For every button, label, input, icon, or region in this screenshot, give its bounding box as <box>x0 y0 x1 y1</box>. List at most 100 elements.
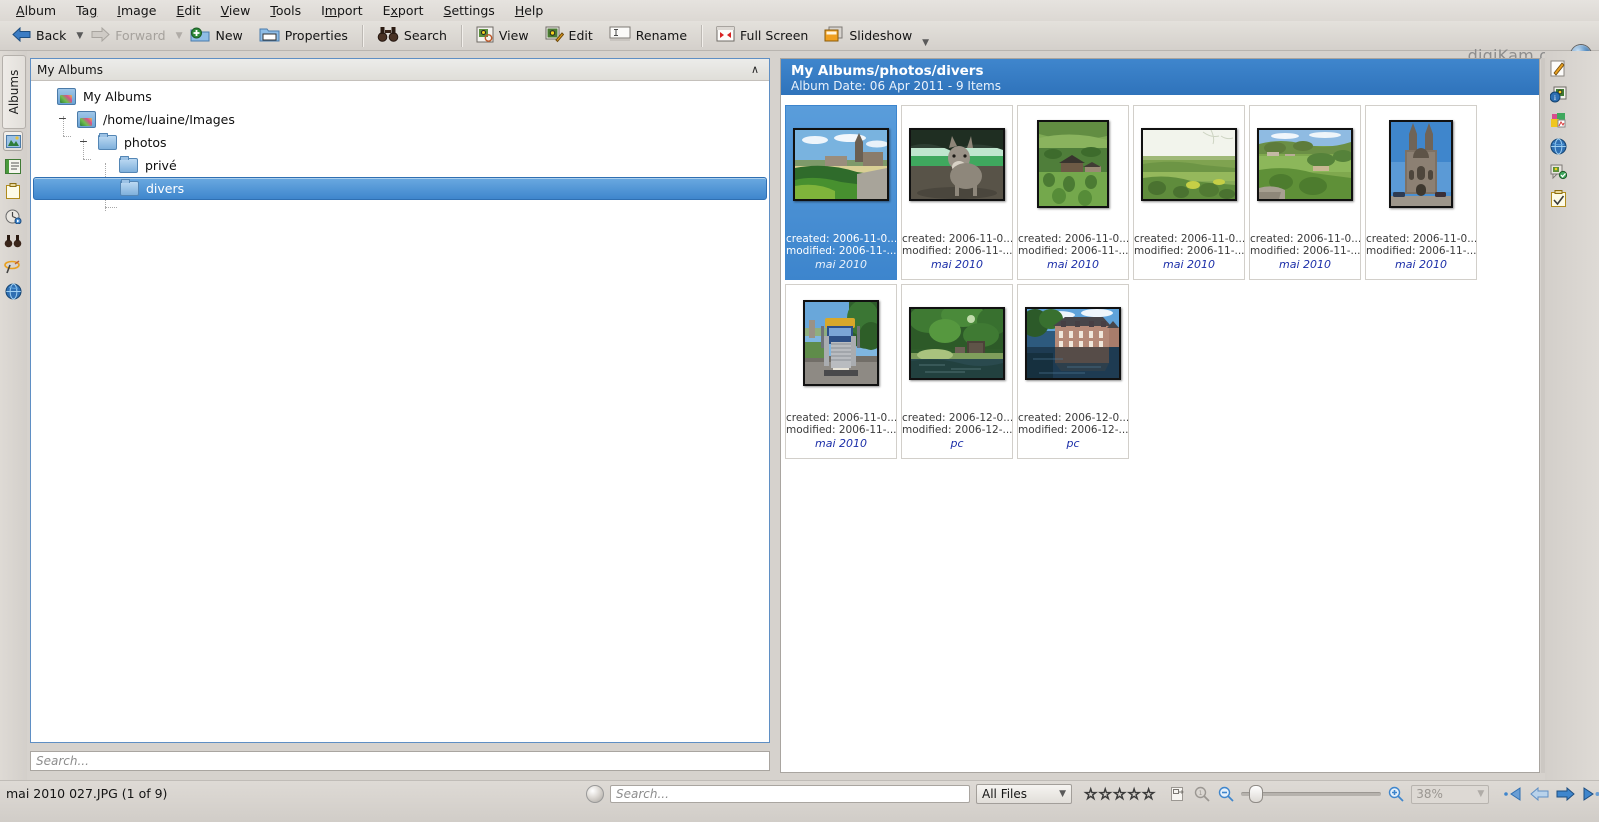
file-type-filter-select[interactable]: All Files ▼ <box>976 784 1072 804</box>
forward-button[interactable]: Forward <box>83 23 173 49</box>
menu-import[interactable]: Import <box>311 1 373 20</box>
menu-image[interactable]: Image <box>107 1 166 20</box>
timeline-icon[interactable] <box>3 206 23 226</box>
menu-view[interactable]: View <box>211 1 261 20</box>
thumbnail-image <box>1257 127 1353 201</box>
thumbnail-meta: created: 2006-11-0... modified: 2006-11-… <box>1134 233 1244 279</box>
tree-row-my-albums[interactable]: My Albums <box>31 85 769 108</box>
thumbnail-created: created: 2006-11-0... <box>786 233 896 245</box>
star-icon[interactable]: ☆ <box>1098 786 1112 802</box>
filter-status-orb-icon[interactable] <box>586 785 604 803</box>
thumbnail-item[interactable]: created: 2006-11-0... modified: 2006-11-… <box>1365 105 1477 280</box>
edit-label: Edit <box>568 28 593 43</box>
star-icon[interactable]: ☆ <box>1127 786 1141 802</box>
properties-info-icon[interactable]: i <box>1548 84 1568 104</box>
thumbnail-album: mai 2010 <box>814 258 867 271</box>
back-button[interactable]: Back <box>4 23 74 49</box>
slideshow-dropdown-icon[interactable]: ▼ <box>922 38 929 48</box>
album-banner-subtitle: Album Date: 06 Apr 2011 - 9 Items <box>791 79 1001 93</box>
menu-settings[interactable]: Settings <box>434 1 505 20</box>
map-search-globe-icon[interactable] <box>3 281 23 301</box>
tree-expander-collapse-icon[interactable]: − <box>57 113 68 125</box>
new-album-button[interactable]: New <box>182 23 250 49</box>
colors-histogram-icon[interactable] <box>1548 110 1568 130</box>
collapse-chevron-up-icon[interactable]: ∧ <box>747 63 763 76</box>
last-image-icon[interactable] <box>1581 785 1599 803</box>
forward-dropdown-icon[interactable]: ▼ <box>176 31 183 41</box>
zoom-in-icon[interactable] <box>1387 785 1405 803</box>
rating-filter-stars[interactable]: ☆ ☆ ☆ ☆ ☆ <box>1083 786 1155 802</box>
thumbnail-size-slider[interactable] <box>1241 785 1382 803</box>
menu-help[interactable]: Help <box>505 1 554 20</box>
slideshow-button[interactable]: Slideshow <box>816 23 920 49</box>
svg-text:i: i <box>1554 94 1556 102</box>
tree-row-home-images[interactable]: − /home/luaine/Images <box>31 108 769 131</box>
thumbnail-image <box>1389 120 1453 208</box>
fit-to-window-icon[interactable] <box>1169 785 1187 803</box>
thumbnail-meta: created: 2006-11-0... modified: 2006-11-… <box>1018 233 1128 279</box>
menu-album[interactable]: Album <box>6 1 66 20</box>
star-icon[interactable]: ☆ <box>1083 786 1097 802</box>
thumbnail-meta: created: 2006-11-0... modified: 2006-11-… <box>1250 233 1360 279</box>
fuzzy-search-icon[interactable] <box>3 256 23 276</box>
back-arrow-icon <box>12 26 31 45</box>
menu-edit[interactable]: Edit <box>166 1 210 20</box>
search-button[interactable]: Search <box>369 23 455 49</box>
fullscreen-button[interactable]: Full Screen <box>708 23 816 49</box>
tree-expander-collapse-icon[interactable]: − <box>78 136 89 148</box>
next-image-icon[interactable] <box>1555 785 1575 803</box>
rename-button[interactable]: Rename <box>601 23 695 49</box>
thumbnail-meta: created: 2006-12-0... modified: 2006-12-… <box>1018 412 1128 458</box>
properties-button[interactable]: Properties <box>251 23 356 49</box>
slider-handle[interactable] <box>1249 785 1264 803</box>
previous-image-icon[interactable] <box>1529 785 1549 803</box>
tree-row-label: My Albums <box>83 89 152 104</box>
labels-clipboard-icon[interactable] <box>3 181 23 201</box>
thumbnail-created: created: 2006-11-0... <box>1250 233 1360 245</box>
thumbnail-item[interactable]: created: 2006-11-0... modified: 2006-11-… <box>1133 105 1245 280</box>
back-dropdown-icon[interactable]: ▼ <box>76 31 83 41</box>
thumbnail-item[interactable]: created: 2006-11-0... modified: 2006-11-… <box>1249 105 1361 280</box>
geolocation-globe-icon[interactable] <box>1548 136 1568 156</box>
star-icon[interactable]: ☆ <box>1112 786 1126 802</box>
comments-tags-icon[interactable] <box>1548 162 1568 182</box>
thumbnail-item[interactable]: created: 2006-12-0... modified: 2006-12-… <box>1017 284 1129 459</box>
zoom-100-icon[interactable]: 1 <box>1193 785 1211 803</box>
star-icon[interactable]: ☆ <box>1141 786 1155 802</box>
album-tree-body: My Albums − /home/luaine/Images − photos… <box>31 81 769 741</box>
status-search-input[interactable]: Search... <box>610 785 970 803</box>
menu-tag[interactable]: Tag <box>66 1 107 20</box>
albums-icon[interactable] <box>3 131 23 151</box>
view-image-button[interactable]: View <box>468 23 537 49</box>
thumbnail-item[interactable]: created: 2006-12-0... modified: 2006-12-… <box>901 284 1013 459</box>
tree-row-photos[interactable]: − photos <box>31 131 769 154</box>
tree-row-divers[interactable]: divers <box>33 177 767 200</box>
thumbnail-grid: created: 2006-11-0... modified: 2006-11-… <box>781 95 1539 459</box>
tree-row-prive[interactable]: privé <box>31 154 769 177</box>
thumbnail-item[interactable]: created: 2006-11-0... modified: 2006-11-… <box>901 105 1013 280</box>
menu-export[interactable]: Export <box>373 1 434 20</box>
filters-checklist-icon[interactable] <box>1548 188 1568 208</box>
zoom-percent-combo[interactable]: 38% ▼ <box>1411 784 1490 804</box>
zoom-out-icon[interactable] <box>1217 785 1235 803</box>
thumbnail-modified: modified: 2006-12-... <box>902 424 1012 436</box>
menu-tools[interactable]: Tools <box>260 1 311 20</box>
album-root-icon <box>77 111 96 128</box>
searches-binoculars-icon[interactable] <box>3 231 23 251</box>
thumbnail-created: created: 2006-11-0... <box>1366 233 1476 245</box>
album-tree-search-input[interactable]: Search... <box>30 751 770 771</box>
edit-image-button[interactable]: Edit <box>537 23 601 49</box>
thumbnail-item[interactable]: created: 2006-11-0... modified: 2006-11-… <box>785 284 897 459</box>
image-view-icon <box>476 26 494 46</box>
sidebar-tab-albums[interactable]: Albums <box>2 55 26 129</box>
thumbnail-album: pc <box>1066 437 1080 450</box>
thumbnail-item[interactable]: created: 2006-11-0... modified: 2006-11-… <box>785 105 897 280</box>
image-icon-view: My Albums/photos/divers Album Date: 06 A… <box>780 58 1540 773</box>
properties-label: Properties <box>284 28 348 43</box>
caption-edit-icon[interactable] <box>1548 58 1568 78</box>
tags-icon[interactable] <box>3 156 23 176</box>
first-image-icon[interactable] <box>1503 785 1523 803</box>
thumbnail-item[interactable]: created: 2006-11-0... modified: 2006-11-… <box>1017 105 1129 280</box>
thumbnail-album: mai 2010 <box>1162 258 1215 271</box>
rename-label: Rename <box>635 28 688 43</box>
